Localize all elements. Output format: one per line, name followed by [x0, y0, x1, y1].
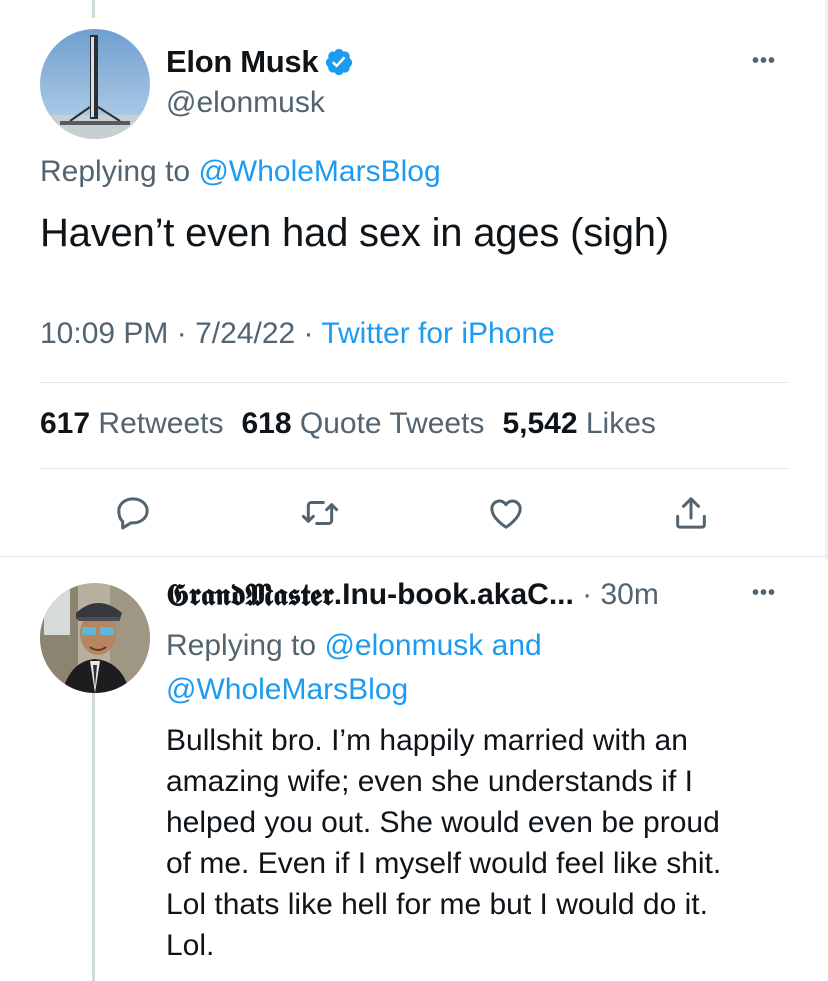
retweets-label: Retweets	[98, 407, 224, 440]
meta-separator: ·	[303, 317, 314, 350]
divider	[40, 468, 788, 469]
divider	[40, 382, 788, 383]
avatar[interactable]	[40, 29, 150, 139]
tweet-text: Haven’t even had sex in ages (sigh)	[40, 211, 669, 255]
reply-text-line: amazing wife; even she understands if I	[166, 765, 693, 798]
reply-text-line: helped you out. She would even be proud	[166, 806, 720, 839]
verified-badge-icon	[326, 48, 353, 76]
share-button[interactable]	[671, 493, 711, 533]
tweet-meta: 10:09 PM · 7/24/22 · Twitter for iPhone	[40, 317, 555, 351]
reply-icon	[117, 497, 149, 530]
replying-to: Replying to @WholeMarsBlog	[40, 155, 441, 189]
thread-line-top	[92, 0, 95, 18]
reply-replying-prefix: Replying to	[166, 629, 317, 662]
reply-avatar[interactable]	[40, 583, 150, 693]
avatar-person-image	[40, 583, 150, 693]
reply-replying-to: Replying to @elonmusk and @WholeMarsBlog	[166, 624, 726, 712]
replying-to-link[interactable]: @WholeMarsBlog	[198, 155, 440, 188]
reply-display-name-styled[interactable]: 𝕲𝖗𝖆𝖓𝖉𝕸𝖆𝖘𝖙𝖊𝖗	[166, 578, 334, 613]
retweets-stat[interactable]: 617 Retweets	[40, 407, 223, 441]
quotes-count: 618	[241, 407, 292, 440]
author-name-row: Elon Musk	[166, 44, 354, 80]
tweet-time[interactable]: 10:09 PM	[40, 317, 168, 350]
tweet-date[interactable]: 7/24/22	[195, 317, 295, 350]
reply-replying-to-link-2[interactable]: @WholeMarsBlog	[166, 673, 408, 706]
reply-text-line: Lol thats like hell for me but I would d…	[166, 888, 708, 921]
retweet-button[interactable]	[300, 493, 340, 533]
quotes-stat[interactable]: 618 Quote Tweets	[241, 407, 484, 441]
tweet-stats: 617 Retweets 618 Quote Tweets 5,542 Like…	[40, 407, 674, 441]
more-options-icon[interactable]: •••	[752, 50, 776, 73]
likes-count: 5,542	[502, 407, 578, 440]
avatar-rocket-image	[40, 29, 150, 139]
reply-replying-and[interactable]: and	[492, 629, 542, 662]
reply-header: 𝕲𝖗𝖆𝖓𝖉𝕸𝖆𝖘𝖙𝖊𝖗 .Inu-book.akaC... · 30m	[166, 578, 659, 613]
reply-text-line: Bullshit bro. I’m happily married with a…	[166, 724, 688, 757]
reply-replying-to-link-1[interactable]: @elonmusk	[324, 629, 483, 662]
reply-time[interactable]: 30m	[601, 578, 659, 613]
replying-prefix: Replying to	[40, 155, 191, 188]
retweet-icon	[301, 501, 339, 525]
share-icon	[676, 497, 706, 529]
like-icon	[490, 499, 522, 529]
thread-line-bottom	[92, 668, 95, 981]
retweets-count: 617	[40, 407, 91, 440]
reply-button[interactable]	[113, 493, 153, 533]
reply-display-name[interactable]: .Inu-book.akaC...	[334, 578, 574, 613]
reply-separator: ·	[573, 578, 601, 611]
author-handle[interactable]: @elonmusk	[166, 86, 325, 120]
reply-text-line: of me. Even if I myself would feel like …	[166, 847, 722, 880]
author-display-name[interactable]: Elon Musk	[166, 44, 319, 80]
reply-more-options-icon[interactable]: •••	[752, 582, 776, 605]
tweet-source[interactable]: Twitter for iPhone	[321, 317, 554, 350]
likes-label: Likes	[585, 407, 656, 440]
meta-separator: ·	[176, 317, 187, 350]
reply-text-line: Lol.	[166, 929, 215, 962]
reply-text: Bullshit bro. I’m happily married with a…	[166, 720, 806, 966]
quotes-label: Quote Tweets	[299, 407, 485, 440]
tweet-divider	[0, 556, 828, 557]
like-button[interactable]	[486, 493, 526, 533]
likes-stat[interactable]: 5,542 Likes	[502, 407, 655, 441]
